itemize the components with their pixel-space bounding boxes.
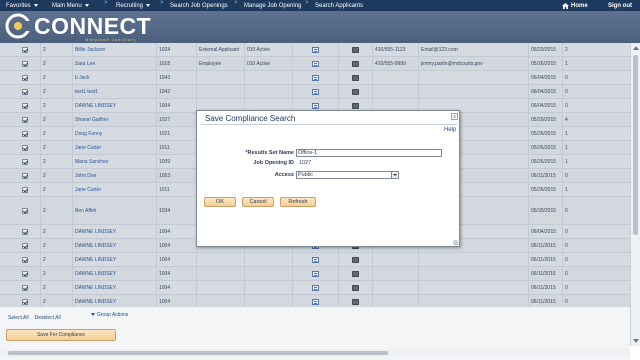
favorites-menu[interactable]: Favorites	[2, 0, 42, 11]
resize-grip-icon[interactable]	[453, 240, 458, 245]
home-icon	[562, 2, 569, 9]
access-selected-value: Public	[298, 172, 313, 178]
save-compliance-search-dialog: Save Compliance Search x Help *Results S…	[196, 110, 460, 247]
connect-logo: CONNECT	[4, 12, 151, 40]
job-opening-id-label: Job Opening ID	[253, 160, 294, 166]
selection-links: Select All Deselect All	[8, 315, 61, 321]
vertical-scrollbar[interactable]	[630, 43, 640, 346]
group-actions-menu[interactable]: Group Actions	[91, 312, 128, 318]
home-label: Home	[571, 2, 588, 9]
nav-separator: >	[160, 0, 164, 6]
help-link[interactable]: Help	[444, 127, 456, 133]
results-set-name-label: *Results Set Name	[245, 150, 294, 156]
recruiting-label: Recruiting	[116, 2, 144, 9]
refresh-button[interactable]: Refresh	[280, 197, 316, 207]
scroll-down-icon[interactable]	[633, 339, 639, 343]
breadcrumb-manage-job-opening[interactable]: Manage Job Opening	[240, 0, 305, 11]
save-for-compliance-button[interactable]: Save For Compliance	[6, 329, 116, 341]
logo-subtitle: Maryland Judiciary	[85, 37, 137, 42]
home-link[interactable]: Home	[558, 0, 592, 11]
logo-text: CONNECT	[34, 12, 152, 39]
chevron-down-icon	[33, 4, 38, 7]
breadcrumb-search-applicants[interactable]: Search Applicants	[311, 0, 367, 11]
connect-logo-icon	[5, 13, 32, 39]
access-label: Access	[274, 172, 294, 178]
top-nav: Favorites Main Menu > Recruiting > Searc…	[0, 0, 640, 11]
nav-separator: >	[305, 0, 309, 6]
close-icon[interactable]: x	[451, 113, 458, 120]
chevron-down-icon	[146, 4, 151, 7]
cancel-button[interactable]: Cancel	[242, 197, 274, 207]
sign-out-link[interactable]: Sign out	[604, 0, 636, 11]
recruiting-menu[interactable]: Recruiting	[112, 0, 154, 11]
select-all-link[interactable]: Select All	[8, 315, 29, 321]
main-menu-label: Main Menu	[52, 2, 82, 9]
chevron-down-icon	[91, 313, 95, 316]
group-actions-label: Group Actions	[97, 312, 129, 318]
ok-button[interactable]: OK	[204, 197, 236, 207]
nav-separator: >	[234, 0, 238, 6]
deselect-all-link[interactable]: Deselect All	[35, 315, 61, 321]
breadcrumb-search-job-openings[interactable]: Search Job Openings	[166, 0, 232, 11]
favorites-label: Favorites	[6, 2, 31, 9]
access-select[interactable]: Public	[296, 171, 399, 179]
job-opening-id-value: 1027	[299, 160, 312, 166]
scroll-thumb[interactable]	[633, 55, 638, 235]
scroll-up-icon[interactable]	[633, 46, 639, 50]
horizontal-scrollbar[interactable]	[0, 349, 630, 357]
chevron-down-icon	[84, 4, 89, 7]
nav-separator: >	[104, 0, 108, 6]
divider	[201, 124, 457, 125]
results-set-name-input[interactable]: Office-1	[296, 149, 442, 157]
chevron-down-icon[interactable]	[391, 172, 398, 178]
scroll-thumb[interactable]	[8, 351, 388, 355]
dialog-title: Save Compliance Search	[205, 114, 296, 123]
app-header: CONNECT Maryland Judiciary	[0, 11, 640, 43]
main-menu[interactable]: Main Menu	[48, 0, 93, 11]
